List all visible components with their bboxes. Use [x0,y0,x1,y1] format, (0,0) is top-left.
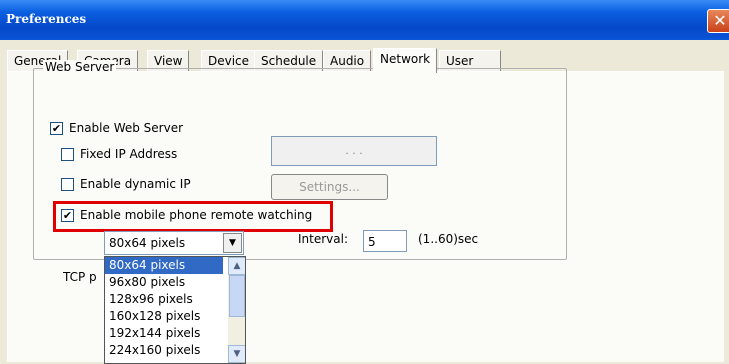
resolution-dropdown-list[interactable]: 80x64 pixels 96x80 pixels 128x96 pixels … [104,256,246,364]
interval-range-label: (1..60)sec [418,232,479,246]
fixed-ip-row[interactable]: Fixed IP Address [61,147,177,161]
dynamic-ip-label: Enable dynamic IP [80,177,191,191]
interval-label: Interval: [298,232,348,246]
dynamic-ip-checkbox[interactable] [61,177,74,191]
fixed-ip-checkbox[interactable] [61,147,74,161]
tab-network[interactable]: Network [373,48,438,73]
fixed-ip-label: Fixed IP Address [80,147,178,161]
interval-input[interactable]: 5 [363,230,407,252]
window-title: Preferences [6,12,87,26]
title-bar: Preferences ✕ [0,0,729,40]
resolution-select[interactable]: 80x64 pixels ▼ [104,231,244,255]
chevron-down-icon[interactable]: ▼ [223,233,242,253]
web-server-group-title: Web Server [43,60,117,74]
resolution-select-value: 80x64 pixels [109,236,186,250]
tcp-port-label: TCP p [63,270,97,284]
scroll-down-icon[interactable]: ▼ [228,345,245,363]
list-item[interactable]: 224x160 pixels [105,342,223,359]
mobile-watching-checkbox[interactable]: ✔ [61,208,74,222]
settings-button[interactable]: Settings... [271,174,388,200]
list-item[interactable]: 128x96 pixels [105,291,223,308]
enable-web-server-row[interactable]: ✔ Enable Web Server [50,121,183,135]
mobile-watching-row[interactable]: ✔ Enable mobile phone remote watching [61,208,312,222]
scroll-up-icon[interactable]: ▲ [228,257,245,275]
list-item[interactable]: 160x128 pixels [105,308,223,325]
enable-web-server-label: Enable Web Server [69,121,184,135]
mobile-watching-label: Enable mobile phone remote watching [80,208,313,222]
list-item[interactable]: 96x80 pixels [105,274,223,291]
close-button[interactable]: ✕ [707,9,729,33]
list-item[interactable]: 192x144 pixels [105,325,223,342]
dynamic-ip-row[interactable]: Enable dynamic IP [61,177,191,191]
list-item[interactable]: 80x64 pixels [105,257,223,274]
ip-address-input[interactable]: . . . [271,136,437,166]
scroll-thumb[interactable] [229,275,245,317]
enable-web-server-checkbox[interactable]: ✔ [50,121,63,135]
list-scrollbar[interactable]: ▲ ▼ [228,257,245,363]
